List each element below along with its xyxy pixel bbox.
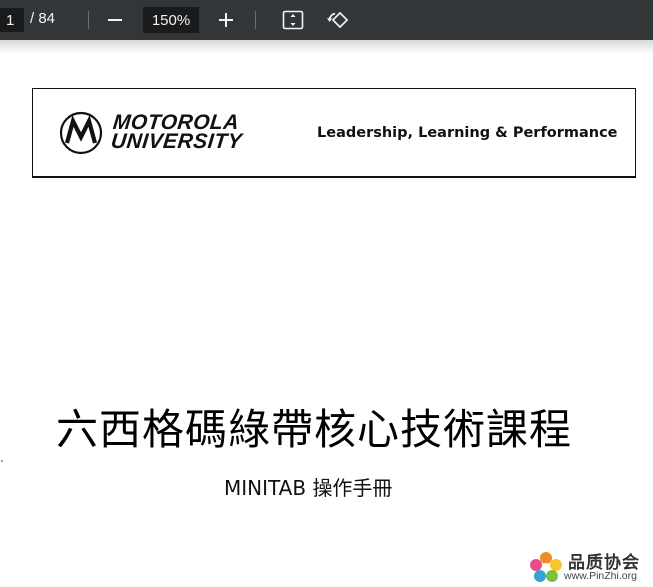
university-name-line2: UNIVERSITY (109, 130, 244, 153)
rotate-icon (327, 11, 349, 29)
plus-icon (219, 13, 233, 27)
banner-tagline: Leadership, Learning & Performance (317, 125, 618, 141)
fit-to-page-icon (282, 10, 304, 30)
minus-icon (108, 19, 122, 21)
watermark-url: www.PinZhi.org (564, 570, 637, 582)
university-name: MOTOROLA UNIVERSITY (109, 111, 245, 153)
scan-speck (1, 460, 3, 462)
zoom-out-button[interactable] (101, 6, 129, 34)
motorola-logo-icon (59, 111, 103, 155)
page-number-input[interactable] (0, 8, 24, 32)
document-title: 六西格碼綠帶核心技術課程 (56, 405, 573, 454)
pdf-viewer: / 84 (0, 0, 653, 587)
toolbar-divider (88, 11, 89, 29)
viewer-toolbar: / 84 (0, 0, 653, 40)
site-watermark: 品质协会 www.PinZhi.org (528, 546, 653, 586)
document-subtitle: MINITAB 操作手冊 (224, 476, 393, 500)
toolbar-shadow (0, 40, 653, 54)
flower-logo-icon (530, 552, 562, 582)
page-total-label: / 84 (30, 10, 56, 27)
rotate-button[interactable] (324, 6, 352, 34)
zoom-in-button[interactable] (212, 6, 240, 34)
fit-to-page-button[interactable] (279, 6, 307, 34)
zoom-level-input[interactable] (143, 7, 199, 33)
toolbar-divider (255, 11, 256, 29)
